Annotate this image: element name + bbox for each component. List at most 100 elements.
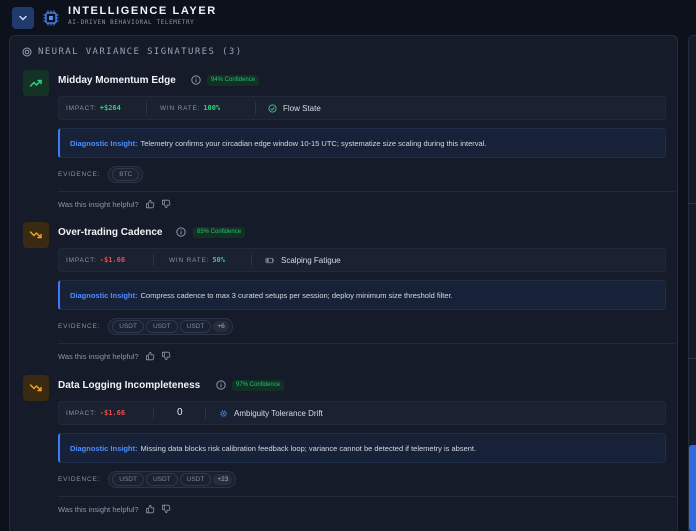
evidence-tag[interactable]: USDT (179, 472, 212, 486)
evidence-row: EVIDENCE: USDT USDT USDT +6 (58, 317, 233, 335)
trend-down-icon (23, 222, 49, 248)
win-rate-value: 100% (203, 104, 221, 112)
info-icon[interactable] (191, 75, 201, 85)
win-rate-value: 0 (177, 407, 183, 418)
chip-icon (43, 10, 59, 26)
impact-stat: IMPACT: -$1.66 (66, 402, 125, 424)
state-tag: Flow State (268, 97, 321, 119)
stat-divider (153, 407, 154, 419)
evidence-more-count[interactable]: +23 (213, 473, 233, 485)
diagnostic-insight: Diagnostic Insight: Telemetry confirms y… (58, 128, 666, 158)
evidence-more-count[interactable]: +6 (213, 320, 229, 332)
feedback-row: Was this insight helpful? (58, 351, 171, 361)
rail-divider (688, 358, 696, 359)
stats-bar: IMPACT: -$1.66 0 Ambiguity Tolerance Drif… (58, 401, 666, 425)
gear-icon (220, 409, 227, 417)
diagnostic-label: Diagnostic Insight: (70, 290, 138, 300)
info-icon[interactable] (176, 227, 186, 237)
info-icon[interactable] (216, 380, 226, 390)
impact-value: -$1.66 (99, 256, 126, 264)
impact-label: IMPACT: (66, 105, 97, 112)
evidence-tags: BTC (108, 165, 144, 183)
evidence-tag[interactable]: USDT (179, 319, 212, 333)
diagnostic-text: Missing data blocks risk calibration fee… (140, 443, 477, 453)
chevron-down-icon (19, 15, 27, 21)
evidence-tag[interactable]: BTC (112, 167, 140, 181)
thumbs-up-icon[interactable] (145, 504, 155, 514)
evidence-tags: USDT USDT USDT +23 (108, 470, 237, 488)
feedback-row: Was this insight helpful? (58, 504, 171, 514)
evidence-tag[interactable]: USDT (145, 319, 178, 333)
check-circle-icon (268, 103, 277, 113)
impact-stat: IMPACT: +$264 (66, 97, 121, 119)
evidence-label: EVIDENCE: (58, 170, 101, 178)
thumbs-up-icon[interactable] (145, 199, 155, 209)
rail-divider (688, 203, 696, 204)
evidence-tag[interactable]: USDT (145, 472, 178, 486)
evidence-row: EVIDENCE: USDT USDT USDT +23 (58, 470, 237, 488)
feedback-row: Was this insight helpful? (58, 199, 171, 209)
confidence-badge: 97% Confidence (232, 380, 285, 391)
section-title: NEURAL VARIANCE SIGNATURES (3) (38, 47, 243, 57)
target-icon (22, 47, 32, 57)
feedback-prompt: Was this insight helpful? (58, 351, 139, 361)
impact-value: -$1.66 (99, 409, 126, 417)
win-rate-value: 50% (212, 256, 225, 264)
state-label: Ambiguity Tolerance Drift (234, 408, 323, 418)
card-divider (58, 343, 675, 344)
scrollbar-thumb[interactable] (689, 445, 696, 531)
insight-card: Midday Momentum Edge 94% Confidence IMPA… (10, 70, 677, 210)
card-title: Over-trading Cadence (58, 227, 163, 238)
state-label: Flow State (283, 103, 321, 113)
feedback-prompt: Was this insight helpful? (58, 199, 139, 209)
card-title: Data Logging Incompleteness (58, 380, 201, 391)
diagnostic-insight: Diagnostic Insight: Compress cadence to … (58, 280, 666, 310)
evidence-tag[interactable]: USDT (112, 319, 144, 333)
thumbs-up-icon[interactable] (145, 351, 155, 361)
evidence-tag[interactable]: USDT (112, 472, 144, 486)
collapse-button[interactable] (12, 7, 34, 29)
trend-up-icon (23, 70, 49, 96)
card-divider (58, 191, 675, 192)
thumbs-down-icon[interactable] (161, 199, 171, 209)
diagnostic-text: Telemetry confirms your circadian edge w… (140, 138, 487, 148)
stats-bar: IMPACT: -$1.66 WIN RATE: 50% Scalping Fati… (58, 248, 666, 272)
stat-divider (251, 254, 252, 266)
diagnostic-label: Diagnostic Insight: (70, 443, 138, 453)
insight-card: Data Logging Incompleteness 97% Confiden… (10, 375, 677, 515)
impact-label: IMPACT: (66, 410, 97, 417)
diagnostic-insight: Diagnostic Insight: Missing data blocks … (58, 433, 666, 463)
stat-divider (205, 407, 206, 419)
state-tag: Scalping Fatigue (265, 249, 341, 271)
win-rate-stat: WIN RATE: 100% (160, 97, 220, 119)
thumbs-down-icon[interactable] (161, 351, 171, 361)
stat-divider (146, 102, 147, 114)
top-bar: INTELLIGENCE LAYER AI-DRIVEN BEHAVIORAL … (0, 0, 696, 36)
state-label: Scalping Fatigue (281, 255, 341, 265)
section-header: NEURAL VARIANCE SIGNATURES (3) (22, 47, 243, 57)
stat-divider (255, 102, 256, 114)
signatures-panel: NEURAL VARIANCE SIGNATURES (3) Midday Mo… (9, 35, 678, 531)
state-tag: Ambiguity Tolerance Drift (219, 402, 323, 424)
evidence-row: EVIDENCE: BTC (58, 165, 144, 183)
page-title: INTELLIGENCE LAYER (68, 5, 217, 17)
diagnostic-label: Diagnostic Insight: (70, 138, 138, 148)
confidence-badge: 94% Confidence (207, 75, 260, 86)
impact-value: +$264 (99, 104, 121, 112)
stats-bar: IMPACT: +$264 WIN RATE: 100% Flow State (58, 96, 666, 120)
diagnostic-text: Compress cadence to max 3 curated setups… (140, 290, 453, 300)
card-divider (58, 496, 675, 497)
win-rate-label: WIN RATE: (169, 257, 210, 264)
impact-stat: IMPACT: -$1.66 (66, 249, 125, 271)
page-subtitle: AI-DRIVEN BEHAVIORAL TELEMETRY (68, 19, 195, 26)
evidence-label: EVIDENCE: (58, 475, 101, 483)
card-title: Midday Momentum Edge (58, 75, 176, 86)
win-rate-label: WIN RATE: (160, 105, 201, 112)
evidence-label: EVIDENCE: (58, 322, 101, 330)
win-rate-stat: WIN RATE: 50% (169, 249, 225, 271)
thumbs-down-icon[interactable] (161, 504, 171, 514)
stat-divider (153, 254, 154, 266)
insight-card: Over-trading Cadence 85% Confidence IMPA… (10, 222, 677, 362)
trend-down-icon (23, 375, 49, 401)
confidence-badge: 85% Confidence (193, 227, 246, 238)
